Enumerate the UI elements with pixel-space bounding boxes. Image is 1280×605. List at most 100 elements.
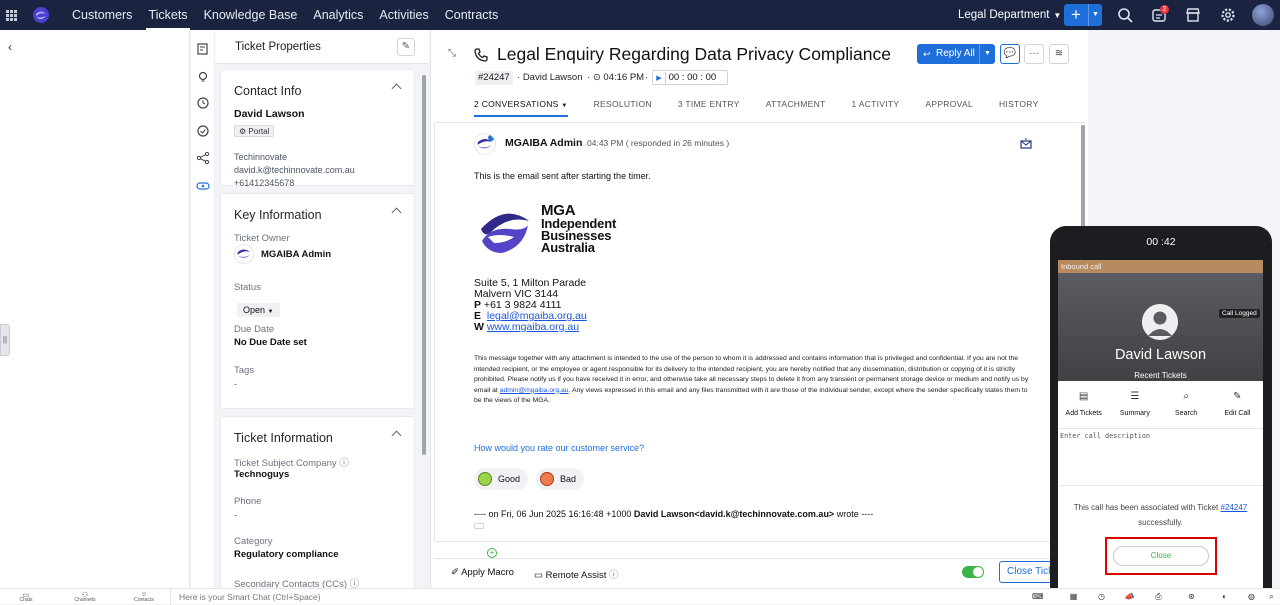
contacts-button[interactable]: ☺ Contacts [122, 591, 166, 603]
brand-line: Australia [541, 240, 595, 255]
chevron-down-icon[interactable]: ▼ [1088, 4, 1102, 26]
remote-assist-button[interactable]: ▭ Remote Assist ⓘ [534, 567, 619, 581]
nav-analytics[interactable]: Analytics [305, 0, 371, 30]
monitor-icon: ▭ [534, 570, 543, 581]
search-icon[interactable]: ⌕ [1266, 592, 1277, 602]
email-reply-icon[interactable] [1020, 138, 1032, 150]
linked-tickets-icon[interactable] [196, 179, 210, 193]
rating-bad-button[interactable]: Bad [536, 468, 585, 490]
due-date-value[interactable]: No Due Date set [234, 337, 307, 348]
next-thread-icon[interactable]: + [487, 548, 497, 558]
chevron-up-icon[interactable] [391, 207, 402, 218]
layers-icon[interactable]: ≋ [1049, 44, 1069, 64]
contact-name[interactable]: David Lawson [234, 108, 305, 120]
properties-scrollbar[interactable] [422, 75, 426, 455]
comment-icon[interactable]: 💬 [1000, 44, 1020, 64]
signature-web-link[interactable]: www.mgaiba.org.au [487, 321, 579, 333]
accessibility-icon[interactable]: ⊛ [1186, 592, 1197, 602]
rating-good-button[interactable]: Good [474, 468, 529, 490]
call-logged-badge: Call Logged [1219, 309, 1260, 318]
wand-icon: ✐ [451, 567, 459, 578]
assoc-ticket-link[interactable]: #24247 [1221, 503, 1248, 512]
nav-tickets[interactable]: Tickets [140, 0, 195, 30]
telephony-widget: 00 :42 Inbound call Call Logged David La… [1050, 226, 1272, 591]
nav-knowledge-base[interactable]: Knowledge Base [196, 0, 306, 30]
apply-macro-button[interactable]: ✐ Apply Macro [451, 567, 514, 578]
nav-activities[interactable]: Activities [371, 0, 436, 30]
ticket-information-card: Ticket Information Ticket Subject Compan… [220, 416, 415, 590]
expand-quote-icon[interactable] [474, 523, 484, 529]
inbox-icon[interactable]: ⎙ [1153, 592, 1164, 602]
smart-chat-input[interactable]: Here is your Smart Chat (Ctrl+Space) [170, 589, 320, 605]
contact-phone[interactable]: +61412345678 [234, 178, 294, 188]
nav-customers[interactable]: Customers [64, 0, 140, 30]
tab-time-entry[interactable]: 3 TIME ENTRY [678, 99, 740, 117]
chevron-up-icon[interactable] [391, 83, 402, 94]
marketplace-icon[interactable] [1184, 6, 1202, 24]
ticket-timer[interactable]: ▶ 00 : 00 : 00 [652, 70, 728, 85]
announcement-icon[interactable]: 📣 [1124, 592, 1135, 602]
nav-contracts[interactable]: Contracts [437, 0, 507, 30]
ai-bulb-icon[interactable] [196, 70, 210, 84]
call-actions: ▤ Add Tickets ☰ Summary ⌕ Search ✎ Edit Call [1058, 391, 1263, 427]
clock-icon[interactable]: ◷ [1096, 592, 1107, 602]
close-call-button[interactable]: Close [1113, 546, 1209, 566]
chevron-up-icon[interactable] [391, 430, 402, 441]
edit-pencil-icon[interactable]: ✎ [397, 38, 415, 56]
call-description-input[interactable]: Enter call description [1058, 428, 1263, 486]
tags-value[interactable]: - [234, 379, 237, 389]
privacy-icon[interactable]: ◍ [1246, 592, 1257, 602]
app-launcher-icon[interactable] [0, 0, 22, 30]
status-dropdown[interactable]: Open ▼ [237, 303, 280, 317]
settings-gear-icon[interactable] [1219, 6, 1237, 24]
ticket-id[interactable]: #24247 [475, 71, 513, 85]
tab-resolution[interactable]: RESOLUTION [594, 99, 652, 117]
tab-approval[interactable]: APPROVAL [925, 99, 973, 117]
user-avatar[interactable] [1252, 4, 1274, 26]
panel-resize-handle[interactable]: || [0, 324, 10, 356]
more-options-icon[interactable]: ··· [1024, 44, 1044, 64]
tab-attachment[interactable]: ATTACHMENT [766, 99, 826, 117]
web-prefix: W [474, 321, 484, 333]
association-message: This call has been associated with Ticke… [1062, 500, 1259, 530]
edit-call-button[interactable]: ✎ Edit Call [1212, 391, 1263, 427]
department-selector[interactable]: Legal Department ▼ [958, 0, 1061, 31]
share-icon[interactable] [196, 151, 210, 165]
recent-tickets-link[interactable]: Recent Tickets [1058, 371, 1263, 380]
dark-mode-icon[interactable]: ◐ [1219, 592, 1230, 602]
add-tickets-button[interactable]: ▤ Add Tickets [1058, 391, 1109, 427]
history-icon[interactable] [196, 96, 210, 110]
channels-button[interactable]: ⚇ Channels [63, 591, 107, 603]
subject-company-value[interactable]: Technoguys [234, 469, 289, 480]
mga-logo-icon [481, 208, 529, 256]
new-item-button[interactable]: + ▼ [1064, 4, 1102, 26]
tab-conversations[interactable]: 2 CONVERSATIONS ▼ [474, 99, 568, 117]
tab-activity[interactable]: 1 ACTIVITY [852, 99, 900, 117]
contact-email[interactable]: david.k@techinnovate.com.au [234, 165, 355, 175]
summary-button[interactable]: ☰ Summary [1109, 391, 1160, 427]
collapse-arrows-icon[interactable]: ⤡ [448, 48, 456, 59]
desk-logo-icon[interactable] [32, 6, 50, 24]
phone-label: Phone [234, 496, 262, 507]
toggle-switch[interactable] [962, 566, 984, 578]
ticket-contact-name[interactable]: David Lawson [523, 72, 583, 83]
checklist-icon[interactable] [196, 124, 210, 138]
reply-options-chevron-icon[interactable]: ▼ [979, 44, 995, 64]
tab-history[interactable]: HISTORY [999, 99, 1039, 117]
collapse-chevron-left-icon[interactable]: ‹ [8, 40, 12, 54]
keyboard-icon[interactable]: ⌨ [1032, 592, 1044, 602]
search-icon[interactable] [1116, 6, 1134, 24]
owner-name[interactable]: MGAIBA Admin [261, 249, 331, 260]
sad-face-icon [540, 472, 554, 486]
sender-name[interactable]: MGAIBA Admin [505, 137, 582, 149]
play-icon[interactable]: ▶ [653, 72, 666, 85]
calendar-icon[interactable]: ▦ [1068, 592, 1079, 602]
disclaimer-email-link[interactable]: admin@mgaiba.org.au [500, 387, 569, 394]
phone-screen: Inbound call Call Logged David Lawson Re… [1058, 260, 1263, 591]
ticket-properties-icon[interactable] [196, 42, 210, 56]
ticket-title[interactable]: Legal Enquiry Regarding Data Privacy Com… [497, 44, 891, 65]
search-button[interactable]: ⌕ Search [1161, 391, 1212, 427]
category-value[interactable]: Regulatory compliance [234, 549, 339, 560]
chats-button[interactable]: ▭ Chats [4, 591, 48, 603]
phone-value[interactable]: - [234, 510, 237, 520]
